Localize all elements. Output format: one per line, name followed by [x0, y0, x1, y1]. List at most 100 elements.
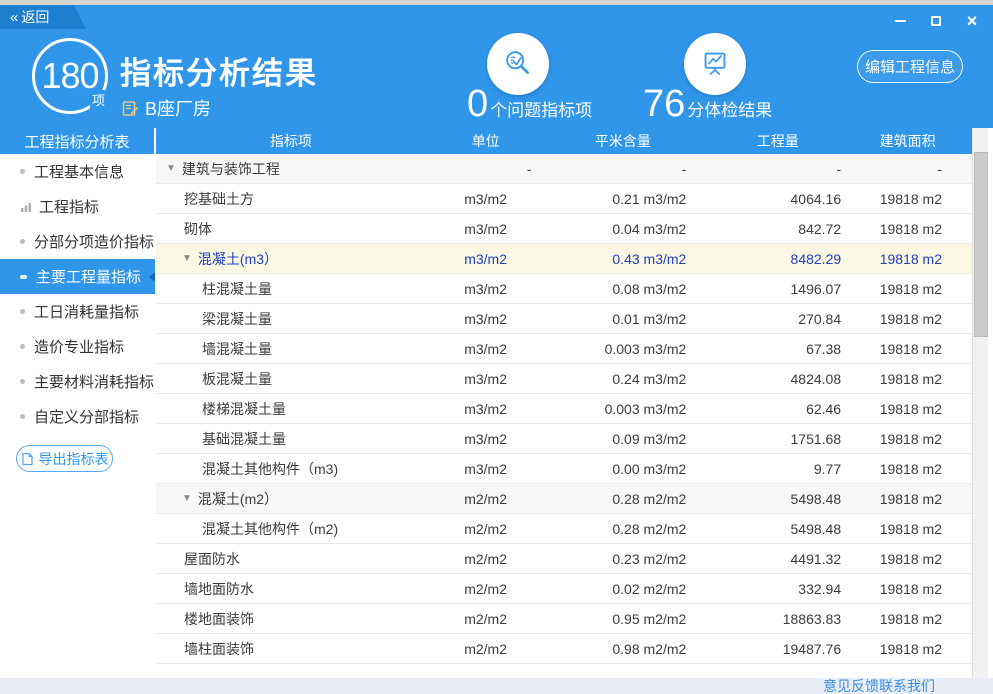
per-sqm-cell: 0.003 m3/m2 [546, 341, 701, 357]
table-row[interactable]: 楼地面装饰m2/m20.95 m2/m218863.8319818 m2 [156, 604, 972, 634]
table-row[interactable]: 墙柱面装饰m2/m20.98 m2/m219487.7619818 m2 [156, 634, 972, 664]
unit-cell: m3/m2 [426, 281, 546, 297]
sidebar-item-7[interactable]: 自定义分部指标 [0, 399, 155, 434]
building-area-cell: 19818 m2 [855, 611, 972, 627]
scrollbar-thumb[interactable] [974, 152, 988, 337]
unit-cell: m3/m2 [426, 431, 546, 447]
sidebar-item-6[interactable]: 主要材料消耗指标 [0, 364, 155, 399]
indicator-name: 墙柱面装饰 [184, 639, 254, 659]
maximize-button[interactable] [923, 11, 949, 31]
table-row[interactable]: 混凝土其他构件（m2)m2/m20.28 m2/m25498.4819818 m… [156, 514, 972, 544]
quantity-cell: 4491.32 [700, 551, 855, 567]
indicator-name: 砌体 [184, 219, 212, 239]
building-area-cell: 19818 m2 [855, 341, 972, 357]
indicator-table: 指标项 单位 平米含量 工程量 建筑面积 ▼建筑与装饰工程----挖基础土方m3… [155, 128, 972, 678]
unit-cell: m3/m2 [426, 461, 546, 477]
table-row[interactable]: 混凝土其他构件（m3)m3/m20.00 m3/m29.7719818 m2 [156, 454, 972, 484]
collapse-caret-icon[interactable]: ▼ [182, 493, 192, 504]
indicator-name-cell: ▼ 混凝土(m3） [156, 249, 426, 269]
indicator-name-cell: 墙柱面装饰 [156, 639, 426, 659]
per-sqm-cell: 0.003 m3/m2 [546, 401, 701, 417]
per-sqm-cell: 0.09 m3/m2 [546, 431, 701, 447]
sidebar-item-label: 分部分项造价指标 [34, 231, 154, 252]
quantity-cell: 8482.29 [700, 251, 855, 267]
table-row[interactable]: ▼混凝土(m2）m2/m20.28 m2/m25498.4819818 m2 [156, 484, 972, 514]
bar-chart-icon [20, 201, 32, 213]
indicator-name: 混凝土(m3） [198, 249, 278, 269]
project-name-line[interactable]: B座厂房 [122, 95, 211, 121]
back-chevrons-icon: « [10, 9, 16, 26]
document-icon [21, 452, 34, 466]
table-row[interactable]: 墙混凝土量m3/m20.003 m3/m267.3819818 m2 [156, 334, 972, 364]
sidebar-item-0[interactable]: 工程基本信息 [0, 154, 155, 189]
collapse-caret-icon[interactable]: ▼ [182, 253, 192, 264]
table-row[interactable]: 砌体m3/m20.04 m3/m2842.7219818 m2 [156, 214, 972, 244]
indicator-name: 混凝土其他构件（m2) [202, 519, 338, 539]
table-row[interactable]: 柱混凝土量m3/m20.08 m3/m21496.0719818 m2 [156, 274, 972, 304]
chart-board-icon [698, 47, 732, 81]
indicator-name-cell: 基础混凝土量 [156, 429, 426, 449]
sidebar-item-label: 造价专业指标 [34, 336, 124, 357]
feedback-link[interactable]: 意见反馈 [823, 676, 879, 694]
per-sqm-cell: 0.95 m2/m2 [546, 611, 701, 627]
problem-count: 0 [467, 85, 488, 123]
minimize-button[interactable] [887, 11, 913, 31]
back-button[interactable]: « 返回 [0, 5, 86, 29]
sidebar-items: 工程基本信息工程指标分部分项造价指标主要工程量指标工日消耗量指标造价专业指标主要… [0, 154, 155, 434]
sidebar-item-1[interactable]: 工程指标 [0, 189, 155, 224]
per-sqm-cell: 0.01 m3/m2 [546, 311, 701, 327]
column-header-per-sqm: 平米含量 [546, 131, 701, 151]
table-row[interactable]: ▼混凝土(m3）m3/m20.43 m3/m28482.2919818 m2 [156, 244, 972, 274]
table-row[interactable]: 挖基础土方m3/m20.21 m3/m24064.1619818 m2 [156, 184, 972, 214]
collapse-caret-icon[interactable]: ▼ [166, 163, 176, 174]
per-sqm-cell: 0.21 m3/m2 [546, 191, 701, 207]
indicator-name: 楼梯混凝土量 [202, 399, 286, 419]
indicator-name: 墙混凝土量 [202, 339, 272, 359]
unit-cell: m2/m2 [426, 521, 546, 537]
quantity-cell: 4064.16 [700, 191, 855, 207]
sidebar-item-5[interactable]: 造价专业指标 [0, 329, 155, 364]
sidebar-item-4[interactable]: 工日消耗量指标 [0, 294, 155, 329]
indicator-name-cell: 挖基础土方 [156, 189, 426, 209]
building-area-cell: 19818 m2 [855, 551, 972, 567]
indicator-name: 屋面防水 [184, 549, 240, 569]
unit-cell: m2/m2 [426, 611, 546, 627]
building-area-cell: 19818 m2 [855, 281, 972, 297]
quantity-cell: 1751.68 [700, 431, 855, 447]
unit-cell: m3/m2 [426, 251, 546, 267]
maximize-icon [931, 16, 941, 26]
table-row[interactable]: 楼梯混凝土量m3/m20.003 m3/m262.4619818 m2 [156, 394, 972, 424]
unit-cell: m3/m2 [426, 341, 546, 357]
indicator-count-badge: 180 项 [32, 38, 108, 114]
sidebar-item-2[interactable]: 分部分项造价指标 [0, 224, 155, 259]
indicator-name: 混凝土(m2） [198, 489, 278, 509]
export-indicator-table-button[interactable]: 导出指标表 [16, 445, 113, 472]
per-sqm-cell: 0.24 m3/m2 [546, 371, 701, 387]
edit-note-icon [122, 100, 139, 117]
table-row[interactable]: 墙地面防水m2/m20.02 m2/m2332.9419818 m2 [156, 574, 972, 604]
edit-project-info-button[interactable]: 编辑工程信息 [857, 50, 963, 83]
vertical-scrollbar[interactable] [972, 128, 988, 678]
indicator-name-cell: 混凝土其他构件（m2) [156, 519, 426, 539]
per-sqm-cell: 0.28 m2/m2 [546, 491, 701, 507]
table-row[interactable]: 基础混凝土量m3/m20.09 m3/m21751.6819818 m2 [156, 424, 972, 454]
close-button[interactable]: × [959, 11, 985, 31]
table-row[interactable]: 梁混凝土量m3/m20.01 m3/m2270.8419818 m2 [156, 304, 972, 334]
per-sqm-cell: - [546, 161, 701, 177]
building-area-cell: 19818 m2 [855, 251, 972, 267]
bullet-icon [20, 344, 25, 349]
indicator-name: 混凝土其他构件（m3) [202, 459, 338, 479]
table-row[interactable]: ▼建筑与装饰工程---- [156, 154, 972, 184]
export-button-label: 导出指标表 [39, 449, 109, 469]
indicator-name-cell: 屋面防水 [156, 549, 426, 569]
table-header: 指标项 单位 平米含量 工程量 建筑面积 [156, 128, 972, 154]
score-label: 分体检结果 [687, 96, 772, 121]
table-row[interactable]: 屋面防水m2/m20.23 m2/m24491.3219818 m2 [156, 544, 972, 574]
score-value: 76 [643, 85, 685, 123]
unit-cell: m2/m2 [426, 491, 546, 507]
sidebar-item-3[interactable]: 主要工程量指标 [0, 259, 155, 294]
table-row[interactable]: 板混凝土量m3/m20.24 m3/m24824.0819818 m2 [156, 364, 972, 394]
building-area-cell: 19818 m2 [855, 191, 972, 207]
contact-us-link[interactable]: 联系我们 [879, 676, 935, 694]
indicator-name-cell: 板混凝土量 [156, 369, 426, 389]
